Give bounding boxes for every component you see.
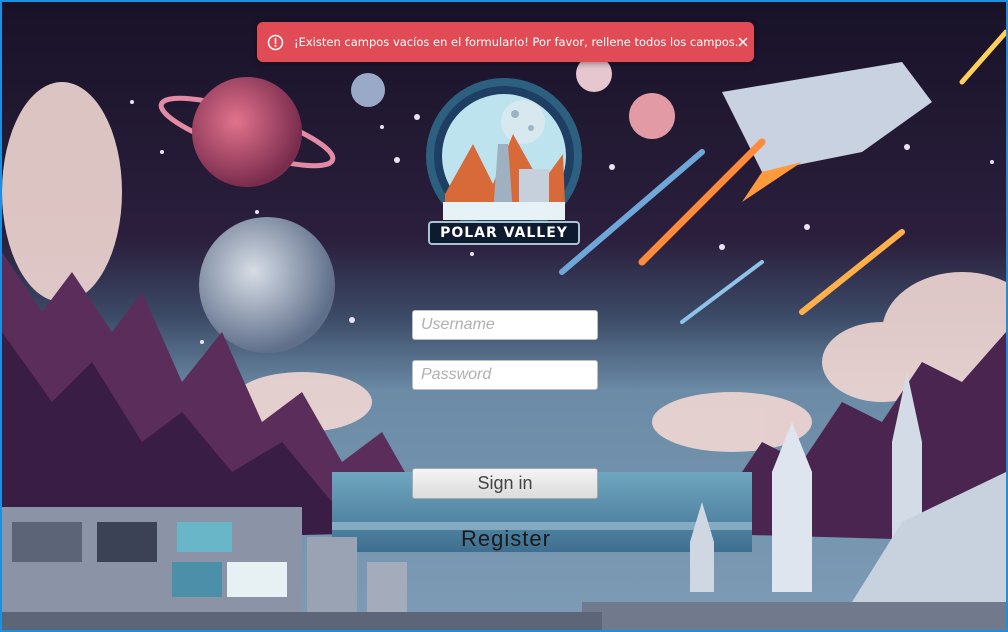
- app-window: ¡Existen campos vacíos en el formulario!…: [0, 0, 1008, 632]
- error-toast: ¡Existen campos vacíos en el formulario!…: [257, 22, 754, 62]
- logo-title: POLAR VALLEY: [440, 225, 568, 241]
- close-icon[interactable]: [738, 35, 748, 49]
- sign-in-label: Sign in: [477, 473, 533, 493]
- alert-circle-icon: [267, 34, 284, 51]
- username-input[interactable]: [412, 310, 598, 340]
- register-label: Register: [461, 526, 551, 551]
- polar-valley-logo: POLAR VALLEY: [423, 74, 585, 246]
- error-message: ¡Existen campos vacíos en el formulario!…: [294, 35, 739, 49]
- register-link[interactable]: Register: [442, 524, 570, 554]
- sign-in-button[interactable]: Sign in: [412, 468, 598, 499]
- password-input[interactable]: [412, 360, 598, 390]
